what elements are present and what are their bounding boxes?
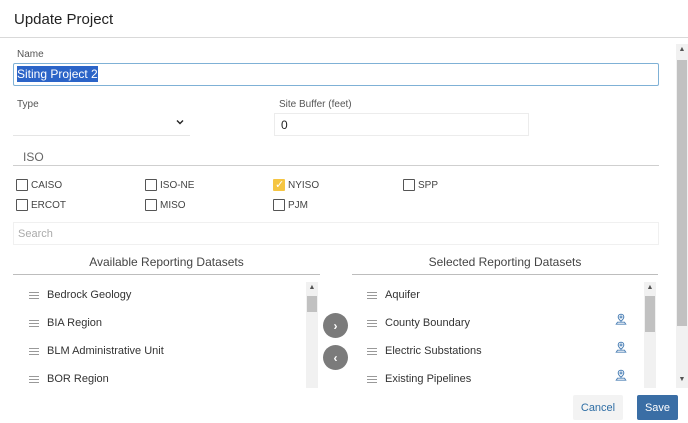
available-item[interactable]: Bedrock Geology xyxy=(29,289,131,301)
map-pin-icon[interactable] xyxy=(615,313,627,325)
selected-item[interactable]: County Boundary xyxy=(367,317,470,329)
selected-item-label: County Boundary xyxy=(385,317,470,329)
name-label: Name xyxy=(17,49,44,60)
iso-checkbox-label: PJM xyxy=(288,199,308,211)
save-button[interactable]: Save xyxy=(637,395,678,420)
buffer-input[interactable]: 0 xyxy=(274,113,529,136)
drag-handle-icon[interactable] xyxy=(29,291,39,299)
available-item[interactable]: BLM Administrative Unit xyxy=(29,345,164,357)
scroll-down-arrow-icon[interactable]: ▼ xyxy=(676,374,688,386)
iso-checkbox-miso[interactable]: MISO xyxy=(145,199,186,211)
dialog-title: Update Project xyxy=(14,11,114,28)
chevron-right-icon: › xyxy=(333,318,338,333)
available-list-scrollbar-thumb[interactable] xyxy=(307,296,317,312)
iso-checkbox-label: MISO xyxy=(160,199,186,211)
available-item[interactable]: BIA Region xyxy=(29,317,102,329)
move-right-button[interactable]: › xyxy=(323,313,348,338)
search-input[interactable] xyxy=(13,222,659,245)
selected-item-label: Electric Substations xyxy=(385,345,482,357)
available-item-label: BLM Administrative Unit xyxy=(47,345,164,357)
selected-item-label: Existing Pipelines xyxy=(385,373,472,385)
checkbox-box[interactable] xyxy=(145,199,157,211)
drag-handle-icon[interactable] xyxy=(29,319,39,327)
iso-checkbox-label: ISO-NE xyxy=(160,179,195,191)
iso-heading: ISO xyxy=(23,150,44,164)
iso-checkbox-nyiso[interactable]: NYISO xyxy=(273,178,320,191)
available-item-label: Bedrock Geology xyxy=(47,289,132,301)
chevron-left-icon: ‹ xyxy=(333,350,338,365)
drag-handle-icon[interactable] xyxy=(367,319,377,327)
iso-checkbox-label: CAISO xyxy=(31,179,63,191)
available-item[interactable]: BOR Region xyxy=(29,373,109,385)
iso-checkbox-caiso[interactable]: CAISO xyxy=(16,179,62,191)
chevron-down-icon[interactable] xyxy=(176,118,184,126)
iso-checkbox-ercot[interactable]: ERCOT xyxy=(16,199,66,211)
cancel-button[interactable]: Cancel xyxy=(573,395,623,420)
checkbox-box[interactable] xyxy=(273,199,285,211)
map-pin-icon[interactable] xyxy=(615,341,627,353)
title-divider xyxy=(0,37,688,38)
iso-checkbox-pjm[interactable]: PJM xyxy=(273,199,308,211)
iso-checkbox-label: SPP xyxy=(418,179,439,191)
drag-handle-icon[interactable] xyxy=(29,375,39,383)
available-divider xyxy=(13,274,320,275)
main-scrollbar-thumb[interactable] xyxy=(677,60,687,326)
iso-checkbox-iso-ne[interactable]: ISO-NE xyxy=(145,179,194,191)
name-input[interactable]: Siting Project 2 xyxy=(13,63,659,86)
scroll-up-arrow-icon[interactable]: ▲ xyxy=(644,282,656,294)
iso-checkbox-label: ERCOT xyxy=(31,199,66,211)
selected-item[interactable]: Existing Pipelines xyxy=(367,373,471,385)
drag-handle-icon[interactable] xyxy=(367,347,377,355)
selected-list-scrollbar-thumb[interactable] xyxy=(645,296,655,332)
iso-checkbox-label: NYISO xyxy=(288,179,320,191)
selected-item[interactable]: Electric Substations xyxy=(367,345,482,357)
selected-item-label: Aquifer xyxy=(385,289,420,301)
drag-handle-icon[interactable] xyxy=(29,347,39,355)
checkbox-box[interactable] xyxy=(16,179,28,191)
available-item-label: BIA Region xyxy=(47,317,103,329)
iso-divider xyxy=(13,165,659,166)
scroll-up-arrow-icon[interactable]: ▲ xyxy=(676,44,688,56)
selected-item[interactable]: Aquifer xyxy=(367,289,420,301)
available-item-label: BOR Region xyxy=(47,373,109,385)
buffer-label: Site Buffer (feet) xyxy=(279,99,352,110)
drag-handle-icon[interactable] xyxy=(367,375,377,383)
checkbox-box[interactable] xyxy=(16,199,28,211)
drag-handle-icon[interactable] xyxy=(367,291,377,299)
checkbox-box[interactable] xyxy=(403,179,415,191)
move-left-button[interactable]: ‹ xyxy=(323,345,348,370)
available-datasets-heading: Available Reporting Datasets xyxy=(89,255,244,269)
selected-divider xyxy=(352,274,658,275)
type-select[interactable] xyxy=(13,113,190,136)
search-placeholder: Search xyxy=(18,228,53,240)
map-pin-icon[interactable] xyxy=(615,369,627,381)
name-input-value: Siting Project 2 xyxy=(17,66,98,82)
checkbox-box-checked[interactable] xyxy=(273,178,285,191)
iso-checkbox-spp[interactable]: SPP xyxy=(403,179,438,191)
checkbox-box[interactable] xyxy=(145,179,157,191)
scroll-up-arrow-icon[interactable]: ▲ xyxy=(306,282,318,294)
type-label: Type xyxy=(17,99,39,110)
selected-datasets-heading: Selected Reporting Datasets xyxy=(428,255,582,269)
